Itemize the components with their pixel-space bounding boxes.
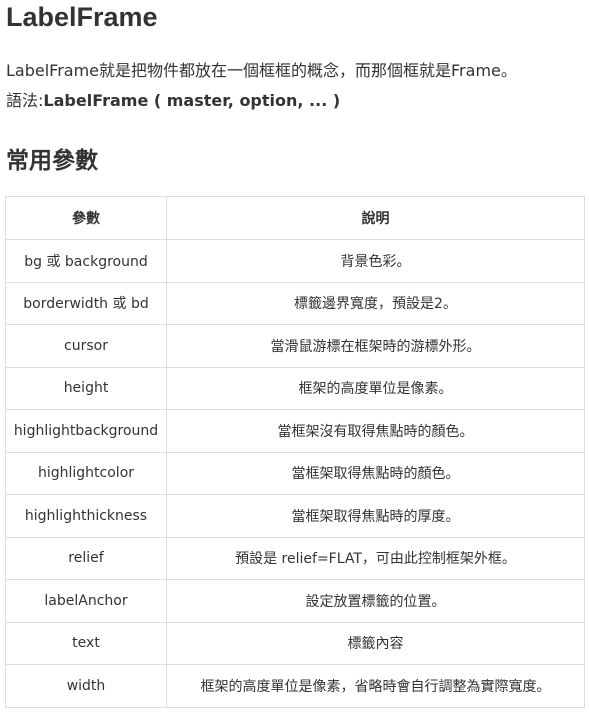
intro-text: LabelFrame就是把物件都放在一個框框的概念，而那個框就是Frame。 <box>6 61 517 80</box>
table-row: width 框架的高度單位是像素，省略時會自行調整為實際寬度。 <box>5 664 585 708</box>
syntax-label: 語法: <box>6 91 44 110</box>
param-description: 當滑鼠游標在框架時的游標外形。 <box>166 324 585 368</box>
table-row: labelAnchor 設定放置標籤的位置。 <box>5 579 585 623</box>
table-row: cursor 當滑鼠游標在框架時的游標外形。 <box>5 324 585 368</box>
table-row: borderwidth 或 bd 標籤邊界寬度，預設是2。 <box>5 281 585 325</box>
header-description: 說明 <box>166 196 585 240</box>
section-heading: 常用參數 <box>6 148 98 174</box>
param-description: 當框架取得焦點時的厚度。 <box>166 494 585 538</box>
param-name: highlighthickness <box>5 494 167 538</box>
param-name: width <box>5 664 167 708</box>
table-row: highlighthickness 當框架取得焦點時的厚度。 <box>5 494 585 538</box>
param-description: 預設是 relief=FLAT，可由此控制框架外框。 <box>166 536 585 580</box>
table-header-row: 參數 說明 <box>5 196 585 240</box>
param-description: 框架的高度單位是像素，省略時會自行調整為實際寬度。 <box>166 664 585 708</box>
intro-paragraph: LabelFrame就是把物件都放在一個框框的概念，而那個框就是Frame。 語… <box>6 56 517 116</box>
syntax-value: LabelFrame ( master, option, ... ) <box>43 91 341 110</box>
param-description: 標籤邊界寬度，預設是2。 <box>166 281 585 325</box>
table-row: highlightbackground 當框架沒有取得焦點時的顏色。 <box>5 409 585 453</box>
page-title: LabelFrame <box>6 2 158 32</box>
param-name: highlightcolor <box>5 451 167 495</box>
param-description: 標籤內容 <box>166 621 585 665</box>
parameters-table: 參數 說明 bg 或 background 背景色彩。 borderwidth … <box>5 196 585 708</box>
param-name: labelAnchor <box>5 579 167 623</box>
param-name: highlightbackground <box>5 409 167 453</box>
param-description: 當框架沒有取得焦點時的顏色。 <box>166 409 585 453</box>
param-name: text <box>5 621 167 665</box>
table-row: relief 預設是 relief=FLAT，可由此控制框架外框。 <box>5 536 585 580</box>
table-row: bg 或 background 背景色彩。 <box>5 239 585 283</box>
param-description: 背景色彩。 <box>166 239 585 283</box>
param-name: relief <box>5 536 167 580</box>
param-name: bg 或 background <box>5 239 167 283</box>
param-name: height <box>5 366 167 410</box>
article: LabelFrame LabelFrame就是把物件都放在一個框框的概念，而那個… <box>0 0 589 713</box>
param-description: 設定放置標籤的位置。 <box>166 579 585 623</box>
param-name: borderwidth 或 bd <box>5 281 167 325</box>
table-row: height 框架的高度單位是像素。 <box>5 366 585 410</box>
param-description: 當框架取得焦點時的顏色。 <box>166 451 585 495</box>
table-row: highlightcolor 當框架取得焦點時的顏色。 <box>5 451 585 495</box>
param-name: cursor <box>5 324 167 368</box>
table-row: text 標籤內容 <box>5 621 585 665</box>
param-description: 框架的高度單位是像素。 <box>166 366 585 410</box>
header-parameter: 參數 <box>5 196 167 240</box>
